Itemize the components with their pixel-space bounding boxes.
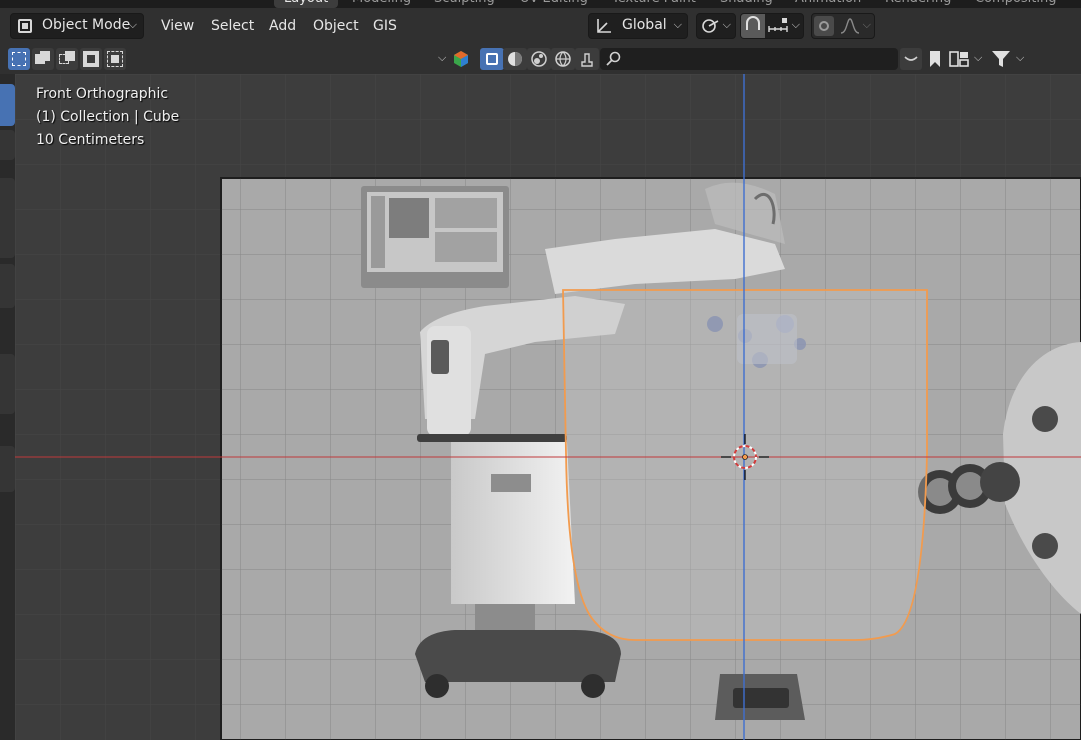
menu-object[interactable]: Object [313,16,359,36]
filter-icon [992,51,1010,67]
tab-rendering[interactable]: Rendering [885,0,951,8]
pivot-icon [702,19,719,33]
snap-increment-icon [768,18,788,32]
transform-orientation-dropdown[interactable]: Global ⌵ [588,13,688,39]
tab-shading[interactable]: Shading [720,0,773,8]
3d-viewport[interactable] [15,74,1081,740]
tool-add-cube[interactable] [0,446,15,492]
snap-toggle[interactable]: ⌵ [740,13,804,39]
select-mode-intersect[interactable] [104,48,126,70]
proportional-editing-icon [814,16,834,36]
chevron-down-icon[interactable]: ⌵ [438,51,446,65]
menu-gis[interactable]: GIS [373,16,397,36]
mode-label: Object Mode [42,17,131,33]
display-mode-dropdown[interactable]: ⌵ [948,48,988,70]
menu-select[interactable]: Select [211,16,254,36]
chevron-down-icon: ⌵ [722,18,731,31]
menu-view[interactable]: View [161,16,194,36]
tab-animation[interactable]: Animation [795,0,861,8]
bookmark-icon [930,51,940,67]
pivot-point-dropdown[interactable]: ⌵ [696,13,736,39]
tab-uv-editing[interactable]: UV Editing [520,0,588,8]
visibility-filter-button[interactable] [900,48,922,70]
tab-sculpting[interactable]: Sculpting [434,0,495,8]
chevron-down-icon: ⌵ [128,18,137,31]
proportional-editing-toggle[interactable]: ⌵ [811,13,875,39]
tab-texture-paint[interactable]: Texture Paint [612,0,696,8]
search-icon [606,51,621,66]
collection-info-label: (1) Collection | Cube [36,109,180,125]
bookmark-button[interactable] [924,48,946,70]
viewport-header: Object Mode ⌵ View Select Add Object GIS… [0,8,1081,44]
tool-annotate[interactable] [0,354,15,414]
shading-solid-button[interactable] [503,48,527,70]
chevron-down-icon: ⌵ [862,18,871,31]
view-name-label: Front Orthographic [36,86,169,102]
tool-shelf [0,74,15,740]
tab-modeling[interactable]: Modeling [352,0,411,8]
selected-object-cube [562,289,928,641]
workspace-tab-strip: Layout Modeling Sculpting UV Editing Tex… [0,0,1081,8]
chevron-down-icon: ⌵ [791,18,800,31]
tab-compositing[interactable]: Compositing [975,0,1057,8]
select-mode-subtract[interactable] [56,48,78,70]
tool-move-group[interactable] [0,178,15,258]
tool-cursor[interactable] [0,130,15,160]
outliner-display-icon [949,51,969,67]
grid-scale-label: 10 Centimeters [36,132,145,148]
object-mode-icon [18,19,32,33]
orientation-label: Global [622,17,667,33]
mode-dropdown[interactable]: Object Mode ⌵ [10,13,144,39]
shading-rendered-button[interactable] [551,48,575,70]
global-orientation-icon [597,19,611,33]
tab-layout[interactable]: Layout [274,0,339,8]
gizmo-color-icon[interactable] [452,50,470,68]
select-mode-new[interactable] [8,48,30,70]
filter-dropdown[interactable]: ⌵ [990,48,1030,70]
select-mode-invert[interactable] [80,48,102,70]
tool-transform[interactable] [0,264,15,308]
paint-tool-button[interactable] [575,48,599,70]
falloff-curve-icon [840,18,860,34]
tool-select-box[interactable] [0,84,15,126]
chevron-down-icon: ⌵ [1016,51,1025,64]
snap-icon [741,14,765,38]
viewport-toolbar: ⌵ ⌵ ⌵ [0,44,1081,74]
shading-material-button[interactable] [527,48,551,70]
chevron-down-icon: ⌵ [673,18,682,31]
select-mode-extend[interactable] [32,48,54,70]
outliner-search-field[interactable] [600,48,898,70]
menu-add[interactable]: Add [269,16,296,36]
chevron-down-icon: ⌵ [974,51,983,64]
viewport-canvas[interactable] [15,74,1081,740]
shading-wireframe-button[interactable] [480,48,504,70]
